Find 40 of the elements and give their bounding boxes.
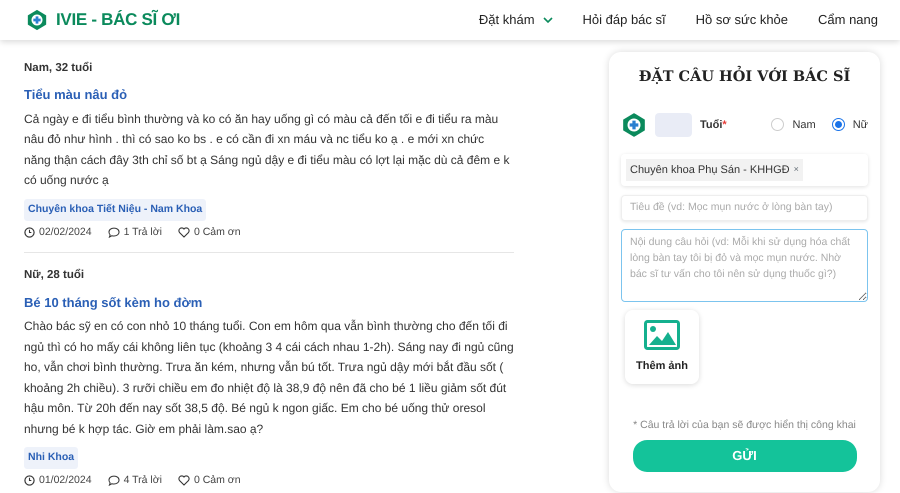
specialty-tag[interactable]: Nhi Khoa — [24, 447, 78, 469]
nav-link[interactable]: Hỏi đáp bác sĩ — [582, 10, 666, 30]
nav-link[interactable]: Hồ sơ sức khỏe — [696, 10, 788, 30]
logo-icon — [26, 9, 48, 31]
required-mark: * — [722, 118, 727, 132]
age-label: Tuổi — [700, 118, 722, 132]
gender-radio[interactable]: Nữ — [832, 116, 868, 133]
author-info: Nam, 32 tuổi — [24, 60, 94, 76]
post-date: 01/02/2024 — [39, 472, 92, 488]
public-answer-note: * Câu trả lời của bạn sẽ được hiển thị công khai — [632, 418, 857, 433]
nav-dropdown-link[interactable]: Đặt khám — [478, 10, 535, 30]
speech-bubble-icon — [108, 475, 120, 486]
heart-icon — [178, 226, 190, 238]
question-textarea[interactable]: Nội dung câu hỏi (vd: Mỗi khi sử dụng hóa chất lòng bàn tay tôi bị đỏ và mọc mụn nước. Nhờ bác sĩ tư vấn cho tôi nên sử dụng thuốc gì?) — [621, 229, 868, 302]
title-input[interactable]: Tiêu đề (vd: Mọc mụn nước ở lòng bàn tay) — [621, 195, 868, 221]
logo-text[interactable]: IVIE - BÁC SĨ ƠI — [56, 7, 180, 33]
specialty-select-field[interactable]: Chuyên khoa Phụ Sán - KHHGĐ × — [621, 154, 868, 186]
question-title-link[interactable]: Tiểu màu nâu đỏ — [24, 85, 128, 105]
image-icon — [644, 320, 680, 350]
logo-icon — [621, 112, 647, 138]
panel-title: ĐẶT CÂU HỎI VỚI BÁC SĨ — [621, 66, 868, 88]
clock-icon — [24, 226, 35, 238]
thanks-count[interactable]: 0 Cảm ơn — [194, 224, 241, 240]
add-photo-button[interactable]: Thêm ảnh — [625, 310, 699, 384]
nav-link[interactable]: Cẩm nang — [818, 10, 878, 30]
question-text: Chào bác sỹ en có con nhỏ 10 tháng tuổi. Con em hôm qua vẫn bình thường cho đến tối đi ngủ thì có ho mấy cái không liên tục (khoảng 3 4 cái cách nhau 1-2h). Sáng nay đi ngủ cũng ho, vẫn chơi bình thường. Trưa ăn kém, nhưng vẫn bú tốt. Trưa ngủ dậy mới bắt đầu sốt ( khoảng 2h chiều). 3 rưỡi chiều em đo nhiệt độ là 38,9 độ nên đã cho bé 1 liều giảm sốt đút hậu môn. Từ 20h đến nay sốt 38,5 độ. Bé ngủ k ngon giấc. Em cho bé uống thử oresol nhưng bé k hợp tác. Giờ em phải làm.sao ạ? — [24, 318, 514, 438]
gender-radio[interactable]: Nam — [771, 116, 816, 133]
thanks-count[interactable]: 0 Cảm ơn — [194, 472, 241, 488]
question-title-link[interactable]: Bé 10 tháng sốt kèm ho đờm — [24, 292, 202, 312]
chevron-down-icon[interactable] — [542, 16, 553, 24]
post-date: 02/02/2024 — [39, 224, 92, 240]
reply-count[interactable]: 1 Trả lời — [124, 224, 162, 240]
reply-count[interactable]: 4 Trả lời — [124, 472, 162, 488]
heart-icon — [178, 475, 190, 486]
author-info: Nữ, 28 tuổi — [24, 268, 86, 284]
question-text: Cả ngày e đi tiểu bình thường và ko có ăn hay uống gì có màu cả đến tối e đi tiểu ra màu nâu đỏ như hình . thì có sao ko bs . e có cần đi xn máu và nc tiểu ko ạ . e mới xn chức năng thận cách đây 3th chỉ số bt ạ Sáng ngủ dậy e đi tiểu màu có lợt lại mặc dù cả đêm e k có uống nước ạ — [24, 110, 510, 190]
speech-bubble-icon — [108, 226, 120, 238]
clock-icon — [24, 475, 35, 486]
specialty-tag[interactable]: Chuyên khoa Tiết Niệu - Nam Khoa — [24, 198, 206, 220]
remove-tag-button[interactable]: × — [794, 163, 799, 177]
